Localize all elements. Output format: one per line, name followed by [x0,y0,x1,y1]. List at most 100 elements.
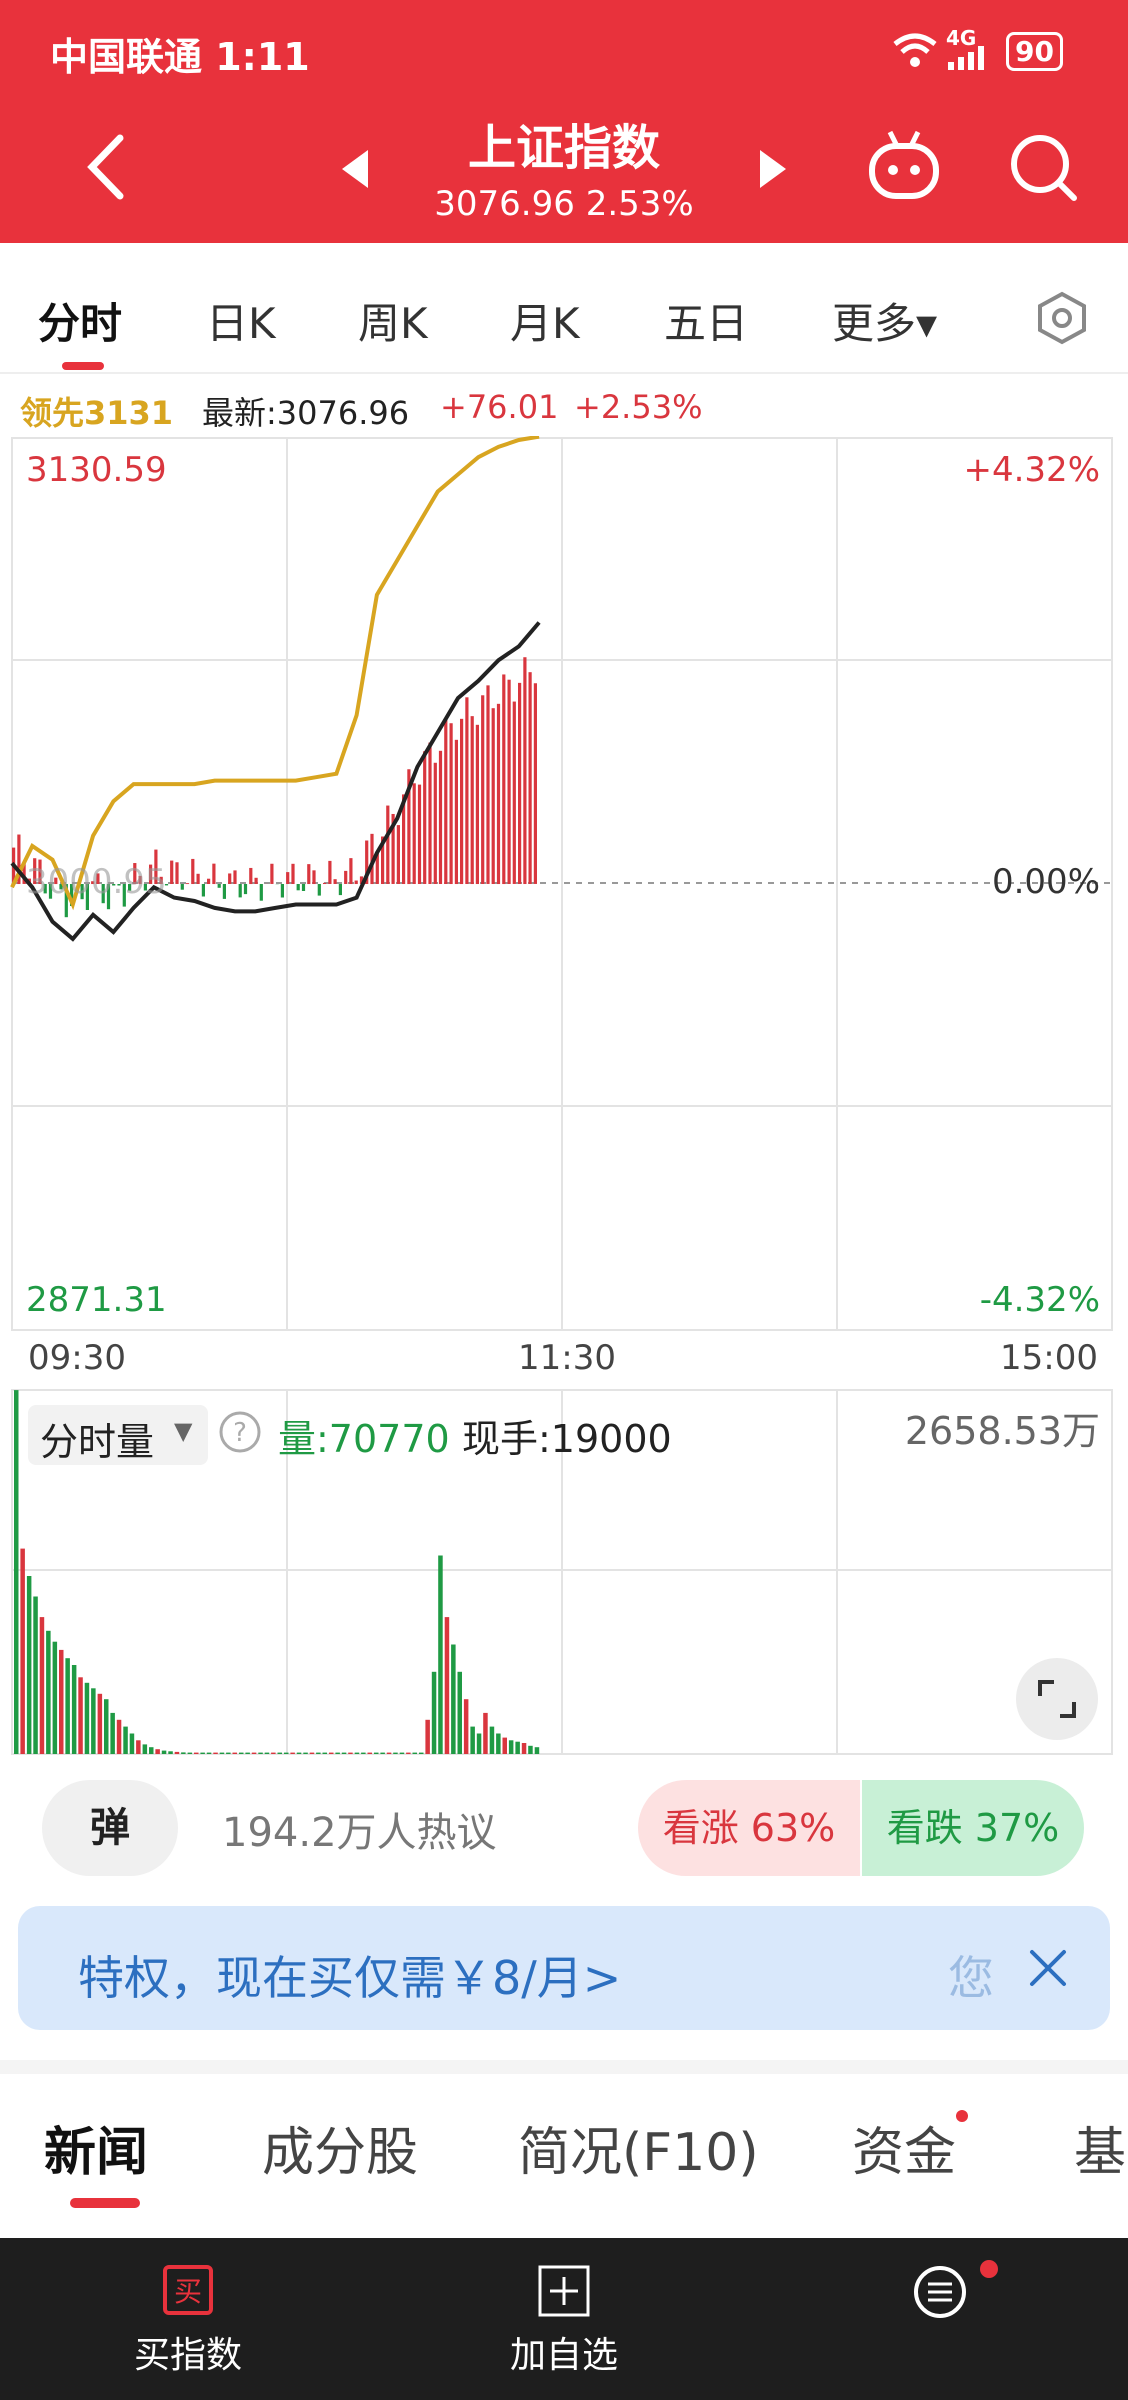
axis-mid-price: 3000.95 [26,862,167,902]
volume-bar [187,1752,193,1754]
volume-bar [110,1712,115,1754]
axis-mid-pct: 0.00% [991,862,1100,902]
settings-hexagon-icon[interactable] [1034,290,1090,346]
expand-icon [1038,1680,1076,1718]
flow-bar [486,685,490,884]
volume-bar [174,1751,180,1754]
flow-bar [433,762,437,884]
flow-bar [496,703,501,885]
flow-bar [280,884,284,898]
volume-bar [406,1752,411,1754]
volume-bar [502,1737,507,1754]
close-icon[interactable] [1026,1946,1070,1990]
help-icon[interactable]: ? [218,1410,262,1454]
volume-bar [296,1752,302,1754]
menu-icon[interactable] [912,2262,972,2322]
volume-bar [528,1745,533,1754]
buy-icon: 买 [163,2265,213,2315]
volume-bar [142,1744,148,1754]
tab-weekly-k[interactable]: 周K [358,290,428,351]
volume-bar [444,1617,450,1754]
flow-bar [170,860,174,884]
robot-assistant-icon[interactable] [866,128,942,204]
flow-bar [523,657,527,885]
news-tab-indicator [70,2198,140,2208]
volume-value: 量:70770 [278,1417,450,1461]
volume-bar [33,1596,38,1754]
volume-bar [476,1733,482,1754]
flow-bar [328,860,332,884]
expand-button[interactable] [1016,1658,1098,1740]
menu-notification-dot [980,2260,998,2278]
tab-profile-f10[interactable]: 简况(F10) [518,2110,759,2185]
volume-bar [399,1752,405,1754]
flow-bar [449,723,453,885]
add-watchlist-button[interactable]: 加自选 [434,2326,694,2378]
flow-bar [412,783,416,884]
flow-bar [222,884,226,899]
price-change-summary: 3076.96 2.53% [434,184,694,224]
promo-banner-text: 特权，现在买仅需￥8/月> [78,1951,622,2005]
volume-bar [515,1741,520,1754]
volume-bar [335,1752,340,1754]
svg-text:买: 买 [174,2275,202,2308]
volume-bar [226,1752,231,1754]
search-icon[interactable] [1008,132,1078,202]
tab-constituents[interactable]: 成分股 [262,2110,418,2185]
flow-bar [254,877,258,884]
current-hand-value: 现手:19000 [462,1417,672,1461]
volume-bar [239,1752,244,1754]
volume-bar [521,1743,527,1754]
flow-bar [444,718,448,885]
flow-bar [233,870,237,884]
buy-index-button[interactable]: 买指数 [58,2326,318,2378]
tab-more[interactable]: 更多▾ [832,290,937,351]
flow-bar [470,716,474,885]
danmaku-toggle-button[interactable]: 弹 [42,1780,178,1876]
flow-bar [475,724,479,885]
volume-bar [264,1752,270,1754]
volume-bar [46,1630,51,1754]
vote-fall-button[interactable]: 看跌 37% [862,1780,1084,1876]
volume-bar [168,1751,173,1754]
volume-bar [277,1752,282,1754]
tab-intraday[interactable]: 分时 [38,290,122,351]
flow-bar [491,708,495,885]
flow-bar [460,718,464,885]
volume-bar [251,1752,257,1754]
volume-bar [386,1752,392,1754]
flow-bar [238,884,242,898]
active-tab-indicator [62,362,104,370]
volume-bar [322,1752,327,1754]
tab-monthly-k[interactable]: 月K [510,290,580,351]
flow-bar [243,884,248,895]
axis-high-pct: +4.32% [963,450,1101,490]
volume-bar [534,1747,540,1754]
volume-bar [361,1752,366,1754]
tab-funds[interactable]: 资金 [852,2110,956,2185]
volume-bar [213,1752,218,1754]
volume-bar [412,1752,417,1754]
add-watchlist-icon [538,2265,590,2317]
flow-bar [291,863,295,885]
back-arrow-icon[interactable] [80,132,130,202]
vote-rise-button[interactable]: 看涨 63% [638,1780,860,1876]
volume-bar [116,1719,122,1754]
tab-news[interactable]: 新闻 [44,2110,148,2185]
flow-bar [512,701,516,884]
tab-daily-k[interactable]: 日K [206,290,276,351]
tab-fund-partial[interactable]: 基 [1074,2110,1126,2185]
flow-bar [296,884,300,891]
battery-indicator: 90 [1006,32,1063,71]
volume-type-dropdown[interactable]: 分时量 ▼ [28,1405,208,1465]
next-index-icon[interactable] [758,148,790,190]
flow-bar [270,863,274,884]
danmaku-label: 弹 [90,1805,130,1851]
volume-bar [206,1752,212,1754]
intraday-price-chart[interactable] [0,436,1128,1336]
volume-bar [232,1752,237,1754]
change-amount-label: +76.01 [440,388,559,426]
volume-axis-max: 2658.53万 [904,1409,1100,1453]
flow-bar [507,679,511,884]
tab-five-day[interactable]: 五日 [664,290,748,351]
